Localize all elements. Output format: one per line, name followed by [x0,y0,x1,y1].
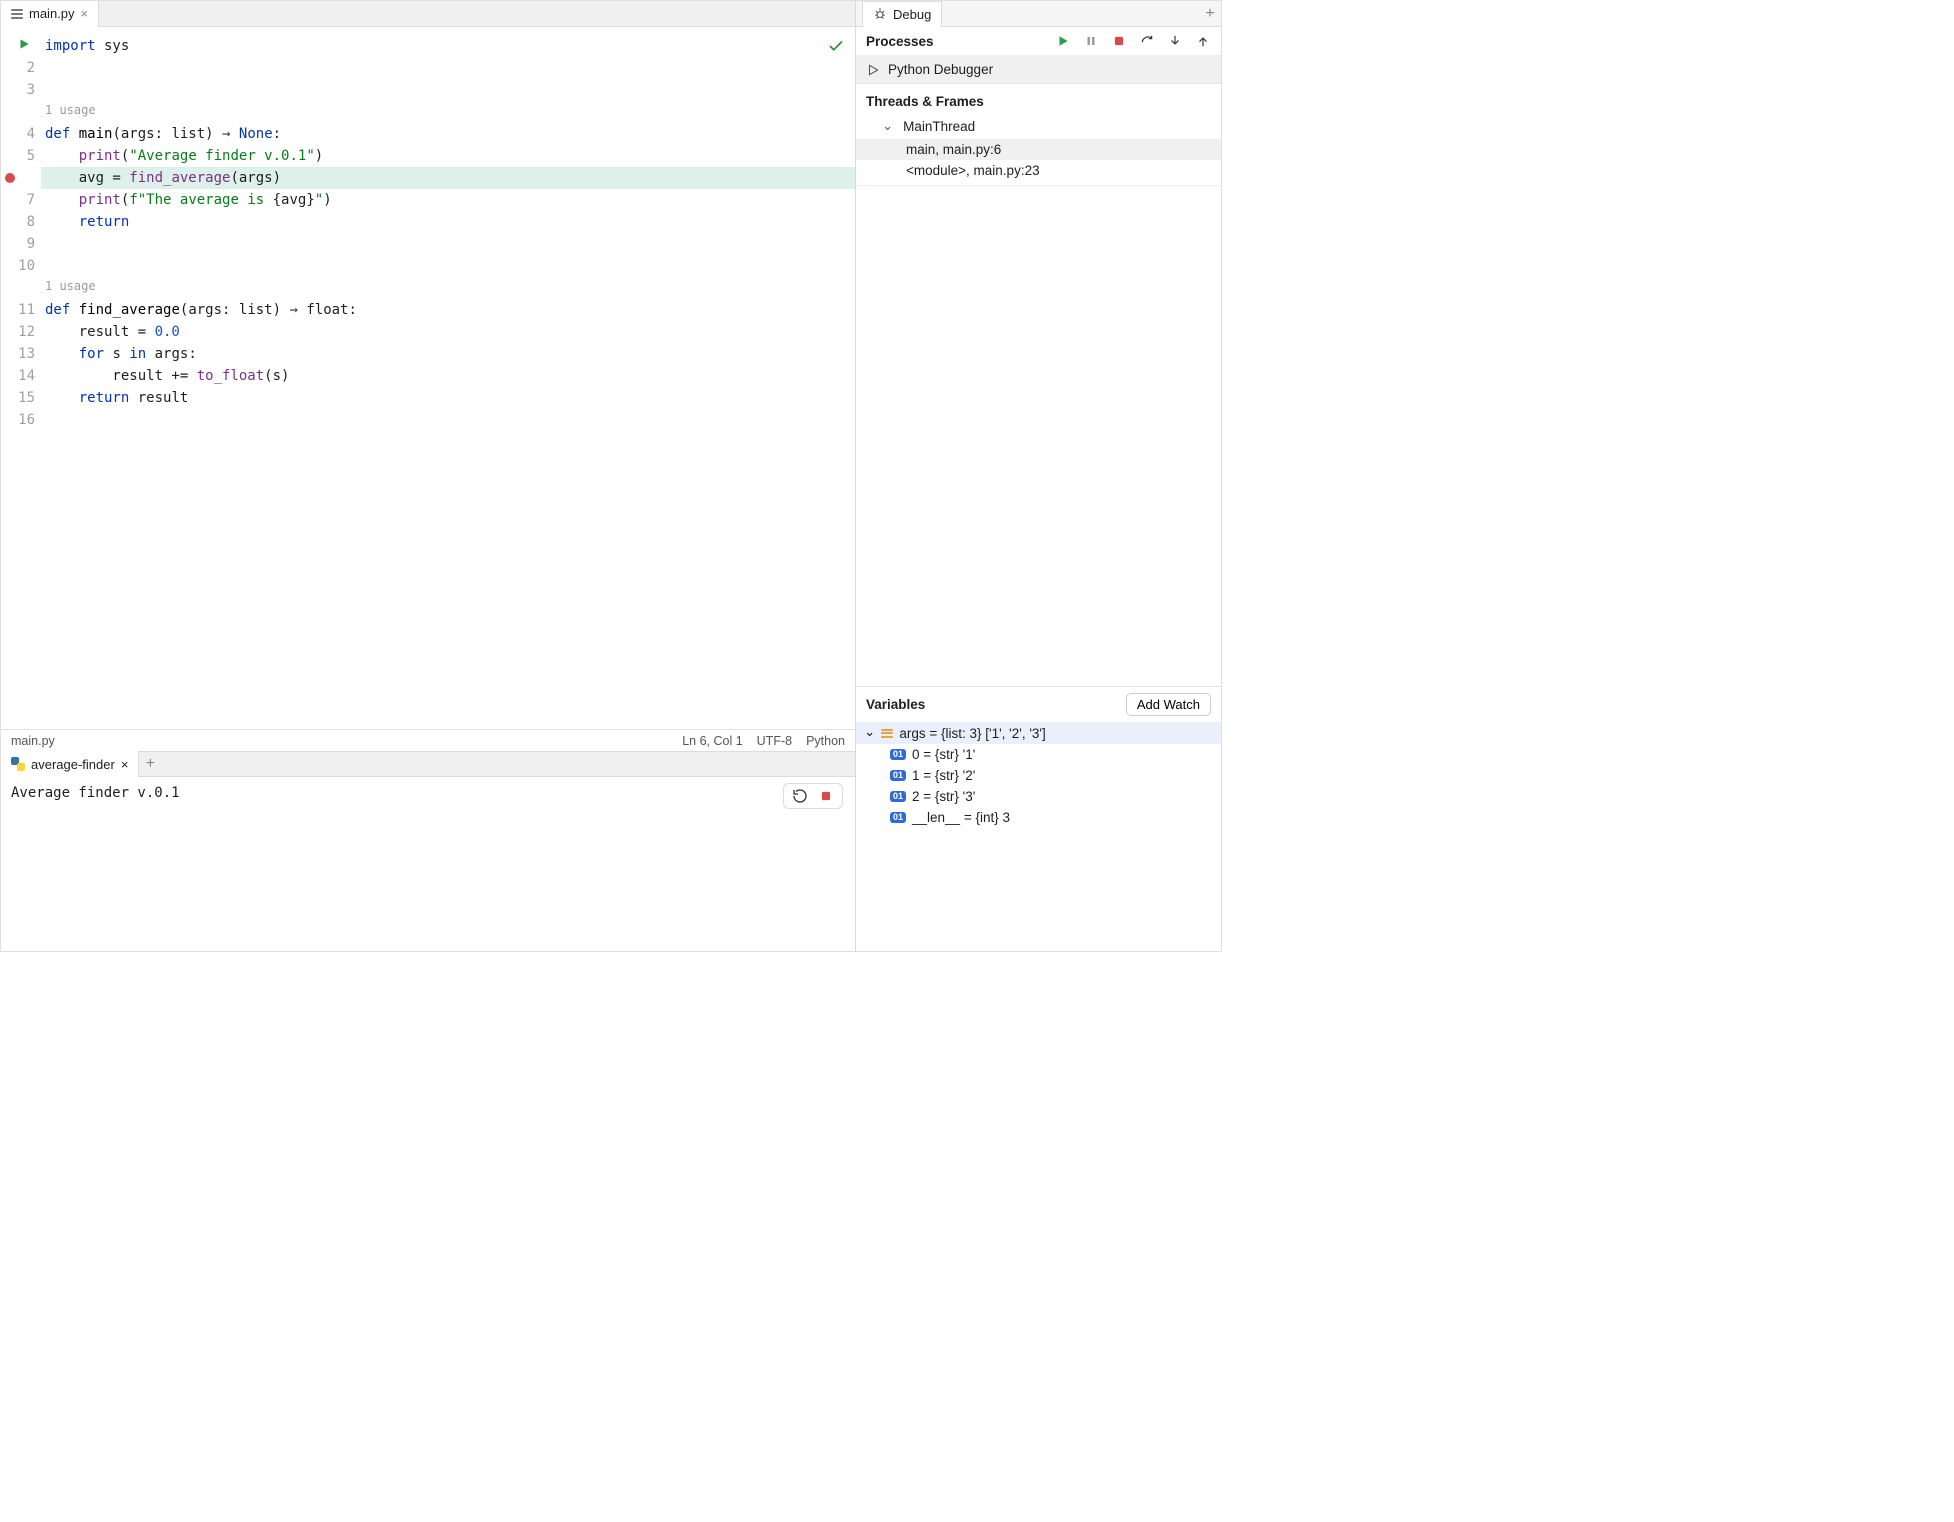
rerun-icon[interactable] [792,788,808,804]
current-exec-line: avg = find_average(args) [41,167,855,189]
debug-tabbar: Debug + [856,1,1221,27]
debug-tab[interactable]: Debug [862,1,942,27]
python-icon [11,757,25,771]
stop-icon[interactable] [818,788,834,804]
add-tab-icon[interactable]: + [139,755,161,773]
gutter-line[interactable]: 14 [1,365,35,387]
gutter-line[interactable]: 5 [1,145,35,167]
variables-section: Variables Add Watch ⌄ args = {list: 3} [… [856,686,1221,951]
variable-row[interactable]: 01 __len__ = {int} 3 [856,807,1221,828]
pause-icon[interactable] [1083,33,1099,49]
code-editor[interactable]: 2 3 4 5 7 8 9 10 11 12 13 14 15 16 [1,27,855,729]
code-area[interactable]: import sys 1 usage def main(args: list) … [41,27,855,729]
frame-label: main, main.py:6 [906,142,1001,157]
add-watch-button[interactable]: Add Watch [1126,693,1211,716]
type-badge-icon: 01 [890,749,906,760]
console-actions [783,783,843,809]
processes-header: Processes [856,27,1221,56]
gutter-line[interactable]: 8 [1,211,35,233]
variable-row-args[interactable]: ⌄ args = {list: 3} ['1', '2', '3'] [856,722,1221,744]
gutter-line[interactable] [1,35,35,57]
console-panel: average-finder × + Average finder v.0.1 [1,751,855,951]
type-badge-icon: 01 [890,770,906,781]
gutter-line[interactable]: 10 [1,255,35,277]
frame-label: <module>, main.py:23 [906,163,1040,178]
console-output-line: Average finder v.0.1 [11,785,845,801]
left-pane: main.py × 2 3 4 [1,1,856,951]
breakpoint-icon[interactable] [5,173,15,183]
debug-tab-label: Debug [893,7,931,22]
gutter-line[interactable]: 15 [1,387,35,409]
variable-row[interactable]: 01 0 = {str} '1' [856,744,1221,765]
status-language[interactable]: Python [806,734,845,748]
console-tab[interactable]: average-finder × [1,751,139,777]
var-text: args = {list: 3} ['1', '2', '3'] [899,726,1045,741]
add-tab-icon[interactable]: + [1199,5,1221,23]
gutter-line[interactable]: 7 [1,189,35,211]
chevron-down-icon: ⌄ [864,724,875,740]
resume-icon[interactable] [1055,33,1071,49]
console-tabbar: average-finder × + [1,751,855,777]
stop-icon[interactable] [1111,33,1127,49]
var-text: __len__ = {int} 3 [912,810,1010,825]
gutter-line[interactable]: 4 [1,123,35,145]
ide-root: main.py × 2 3 4 [0,0,1222,952]
variables-label: Variables [866,697,925,712]
processes-label: Processes [866,34,934,49]
list-icon [881,729,893,738]
editor-tab-label: main.py [29,6,75,21]
gutter-line[interactable]: 16 [1,409,35,431]
step-into-icon[interactable] [1167,33,1183,49]
gutter: 2 3 4 5 7 8 9 10 11 12 13 14 15 16 [1,27,41,729]
console-body[interactable]: Average finder v.0.1 [1,777,855,951]
console-tab-label: average-finder [31,757,115,772]
status-file: main.py [11,734,55,748]
var-text: 2 = {str} '3' [912,789,975,804]
editor-tab-main[interactable]: main.py × [1,1,99,27]
close-icon[interactable]: × [81,6,89,21]
editor-wrap: 2 3 4 5 7 8 9 10 11 12 13 14 15 16 [1,27,855,751]
status-encoding[interactable]: UTF-8 [757,734,792,748]
editor-tabbar: main.py × [1,1,855,27]
run-icon[interactable] [17,37,31,51]
process-name: Python Debugger [888,62,993,77]
var-text: 1 = {str} '2' [912,768,975,783]
usage-inlay: 1 usage [41,101,855,123]
step-out-icon[interactable] [1195,33,1211,49]
variable-row[interactable]: 01 2 = {str} '3' [856,786,1221,807]
gutter-line[interactable]: 11 [1,299,35,321]
gutter-line[interactable] [1,101,35,123]
gutter-line[interactable]: 13 [1,343,35,365]
gutter-line[interactable] [1,167,35,189]
threads-frames-label: Threads & Frames [856,88,1221,115]
gutter-line[interactable]: 12 [1,321,35,343]
stack-frame[interactable]: <module>, main.py:23 [856,160,1221,181]
gutter-line[interactable]: 3 [1,79,35,101]
usage-inlay: 1 usage [41,277,855,299]
file-icon [11,9,23,19]
bug-icon [873,7,887,21]
status-position[interactable]: Ln 6, Col 1 [682,734,742,748]
debug-pane: Debug + Processes Python Debugger Thread… [856,1,1221,951]
gutter-line[interactable]: 2 [1,57,35,79]
gutter-line[interactable] [1,277,35,299]
var-text: 0 = {str} '1' [912,747,975,762]
chevron-down-icon: ⌄ [882,118,893,134]
step-over-icon[interactable] [1139,33,1155,49]
threads-section: Threads & Frames ⌄ MainThread main, main… [856,84,1221,186]
run-outline-icon [866,63,880,77]
debug-toolbar [1055,33,1211,49]
gutter-line[interactable]: 9 [1,233,35,255]
type-badge-icon: 01 [890,791,906,802]
variables-body: ⌄ args = {list: 3} ['1', '2', '3'] 01 0 … [856,722,1221,951]
editor-statusbar: main.py Ln 6, Col 1 UTF-8 Python [1,729,855,751]
close-icon[interactable]: × [121,757,129,772]
type-badge-icon: 01 [890,812,906,823]
variables-header: Variables Add Watch [856,687,1221,722]
variable-row[interactable]: 01 1 = {str} '2' [856,765,1221,786]
thread-label: MainThread [903,119,975,134]
stack-frame[interactable]: main, main.py:6 [856,139,1221,160]
process-row[interactable]: Python Debugger [856,56,1221,84]
thread-row[interactable]: ⌄ MainThread [856,115,1221,139]
